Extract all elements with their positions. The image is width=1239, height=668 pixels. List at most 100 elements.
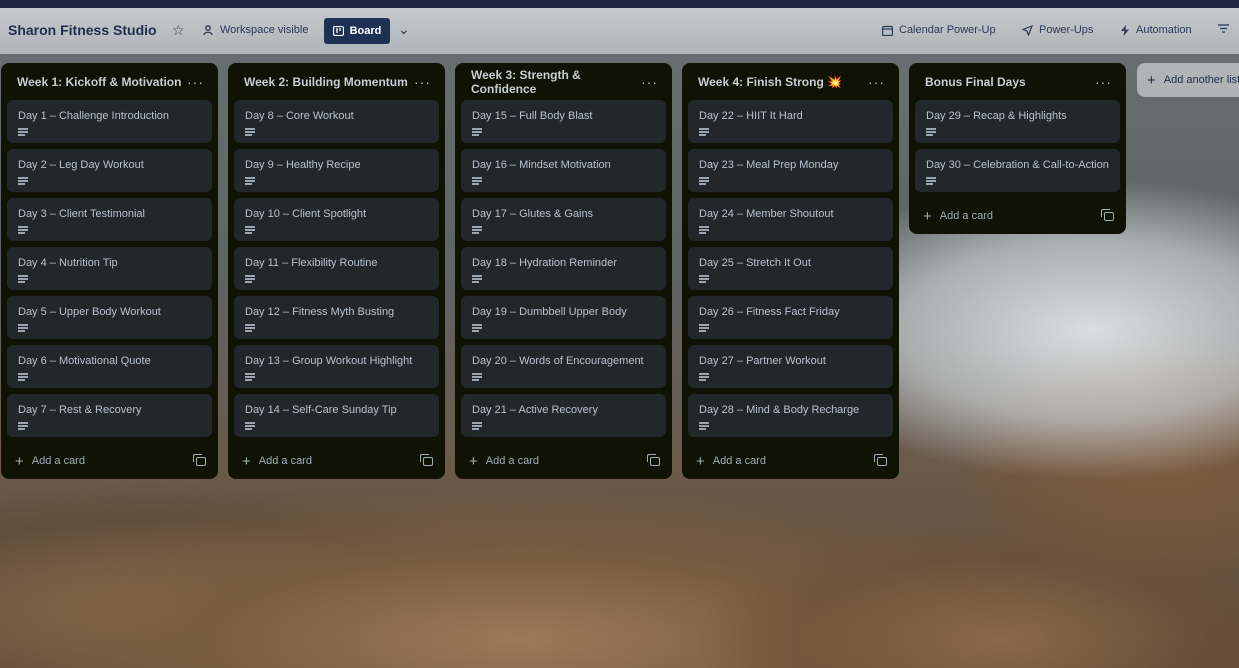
board-view-button[interactable]: Board xyxy=(324,18,390,44)
add-card-button[interactable]: + Add a card xyxy=(696,453,766,470)
add-card-row: + Add a card xyxy=(234,443,439,479)
list-card[interactable]: Day 20 – Words of Encouragement xyxy=(461,345,666,388)
card-title: Day 8 – Core Workout xyxy=(245,110,354,122)
card-title: Day 11 – Flexibility Routine xyxy=(245,257,378,269)
card-title: Day 15 – Full Body Blast xyxy=(472,110,593,122)
chevron-down-icon[interactable]: ⌄ xyxy=(398,21,410,38)
description-icon xyxy=(699,275,709,284)
calendar-powerup-label: Calendar Power-Up xyxy=(899,24,996,36)
star-icon[interactable]: ☆ xyxy=(172,22,185,39)
more-options-icon[interactable]: ··· xyxy=(187,74,204,90)
add-list-button[interactable]: + Add another list xyxy=(1137,63,1239,97)
list-card[interactable]: Day 30 – Celebration & Call-to-Action xyxy=(915,149,1120,192)
card-title: Day 16 – Mindset Motivation xyxy=(472,159,611,171)
automation-label: Automation xyxy=(1136,24,1192,36)
list-card[interactable]: Day 24 – Member Shoutout xyxy=(688,198,893,241)
list-card[interactable]: Day 19 – Dumbbell Upper Body xyxy=(461,296,666,339)
card-title: Day 10 – Client Spotlight xyxy=(245,208,367,220)
description-icon xyxy=(472,177,482,186)
list-header[interactable]: Week 1: Kickoff & Motivation ··· xyxy=(7,63,212,100)
list-card[interactable]: Day 15 – Full Body Blast xyxy=(461,100,666,143)
list-card[interactable]: Day 13 – Group Workout Highlight xyxy=(234,345,439,388)
card-template-icon[interactable] xyxy=(874,453,887,466)
description-icon xyxy=(699,373,709,382)
top-bar-strip xyxy=(0,0,1239,8)
list-card[interactable]: Day 18 – Hydration Reminder xyxy=(461,247,666,290)
filter-icon[interactable] xyxy=(1218,24,1229,33)
list-card[interactable]: Day 14 – Self-Care Sunday Tip xyxy=(234,394,439,437)
board-title[interactable]: Sharon Fitness Studio xyxy=(8,22,157,38)
card-title: Day 21 – Active Recovery xyxy=(472,404,598,416)
card-title: Day 24 – Member Shoutout xyxy=(699,208,834,220)
list-week-4: Week 4: Finish Strong 💥 ··· Day 22 – HII… xyxy=(682,63,899,479)
board-icon xyxy=(332,26,344,36)
list-card[interactable]: Day 8 – Core Workout xyxy=(234,100,439,143)
description-icon xyxy=(245,226,255,235)
list-card[interactable]: Day 6 – Motivational Quote xyxy=(7,345,212,388)
list-card[interactable]: Day 27 – Partner Workout xyxy=(688,345,893,388)
card-title: Day 1 – Challenge Introduction xyxy=(18,110,170,122)
list-card[interactable]: Day 3 – Client Testimonial xyxy=(7,198,212,241)
card-template-icon[interactable] xyxy=(647,453,660,466)
powerups-button[interactable]: Power-Ups xyxy=(1022,24,1093,36)
list-week-1: Week 1: Kickoff & Motivation ··· Day 1 –… xyxy=(1,63,218,479)
add-card-button[interactable]: + Add a card xyxy=(923,208,993,225)
list-title[interactable]: Week 3: Strength & Confidence xyxy=(471,68,641,96)
list-card[interactable]: Day 1 – Challenge Introduction xyxy=(7,100,212,143)
list-header[interactable]: Week 3: Strength & Confidence ··· xyxy=(461,63,666,100)
more-options-icon[interactable]: ··· xyxy=(641,74,658,90)
list-card[interactable]: Day 4 – Nutrition Tip xyxy=(7,247,212,290)
card-template-icon[interactable] xyxy=(193,453,206,466)
add-card-label: Add a card xyxy=(31,455,85,467)
list-card[interactable]: Day 29 – Recap & Highlights xyxy=(915,100,1120,143)
list-card[interactable]: Day 10 – Client Spotlight xyxy=(234,198,439,241)
card-title: Day 20 – Words of Encouragement xyxy=(472,355,644,367)
list-card[interactable]: Day 2 – Leg Day Workout xyxy=(7,149,212,192)
add-card-label: Add a card xyxy=(939,210,993,222)
more-options-icon[interactable]: ··· xyxy=(868,74,885,90)
more-options-icon[interactable]: ··· xyxy=(414,74,431,90)
list-card[interactable]: Day 23 – Meal Prep Monday xyxy=(688,149,893,192)
list-bonus: Bonus Final Days ··· Day 29 – Recap & Hi… xyxy=(909,63,1126,234)
calendar-powerup-button[interactable]: Calendar Power-Up xyxy=(882,24,996,36)
more-options-icon[interactable]: ··· xyxy=(1095,74,1112,90)
card-title: Day 26 – Fitness Fact Friday xyxy=(699,306,840,318)
list-card[interactable]: Day 25 – Stretch It Out xyxy=(688,247,893,290)
list-card[interactable]: Day 17 – Glutes & Gains xyxy=(461,198,666,241)
card-template-icon[interactable] xyxy=(1101,208,1114,221)
add-card-button[interactable]: + Add a card xyxy=(242,453,312,470)
list-header[interactable]: Week 2: Building Momentum ··· xyxy=(234,63,439,100)
card-template-icon[interactable] xyxy=(420,453,433,466)
description-icon xyxy=(245,422,255,431)
add-card-button[interactable]: + Add a card xyxy=(469,453,539,470)
list-title[interactable]: Week 2: Building Momentum xyxy=(244,75,408,89)
list-card[interactable]: Day 22 – HIIT It Hard xyxy=(688,100,893,143)
automation-button[interactable]: Automation xyxy=(1120,24,1192,36)
plus-icon: + xyxy=(242,452,251,470)
add-card-button[interactable]: + Add a card xyxy=(15,453,85,470)
list-card[interactable]: Day 12 – Fitness Myth Busting xyxy=(234,296,439,339)
list-week-2: Week 2: Building Momentum ··· Day 8 – Co… xyxy=(228,63,445,479)
list-title[interactable]: Bonus Final Days xyxy=(925,75,1026,89)
list-card[interactable]: Day 5 – Upper Body Workout xyxy=(7,296,212,339)
description-icon xyxy=(699,177,709,186)
list-card[interactable]: Day 16 – Mindset Motivation xyxy=(461,149,666,192)
list-card[interactable]: Day 26 – Fitness Fact Friday xyxy=(688,296,893,339)
people-icon xyxy=(203,25,213,36)
card-title: Day 2 – Leg Day Workout xyxy=(18,159,144,171)
list-card[interactable]: Day 7 – Rest & Recovery xyxy=(7,394,212,437)
description-icon xyxy=(472,128,482,137)
list-card[interactable]: Day 28 – Mind & Body Recharge xyxy=(688,394,893,437)
list-card[interactable]: Day 9 – Healthy Recipe xyxy=(234,149,439,192)
list-header[interactable]: Bonus Final Days ··· xyxy=(915,63,1120,100)
list-card[interactable]: Day 21 – Active Recovery xyxy=(461,394,666,437)
description-icon xyxy=(18,177,28,186)
list-title[interactable]: Week 1: Kickoff & Motivation xyxy=(17,75,181,89)
workspace-visibility-label: Workspace visible xyxy=(220,24,309,36)
workspace-visibility-button[interactable]: Workspace visible xyxy=(202,24,308,36)
list-title[interactable]: Week 4: Finish Strong 💥 xyxy=(698,75,842,89)
list-header[interactable]: Week 4: Finish Strong 💥 ··· xyxy=(688,63,893,100)
description-icon xyxy=(472,373,482,382)
description-icon xyxy=(699,226,709,235)
list-card[interactable]: Day 11 – Flexibility Routine xyxy=(234,247,439,290)
